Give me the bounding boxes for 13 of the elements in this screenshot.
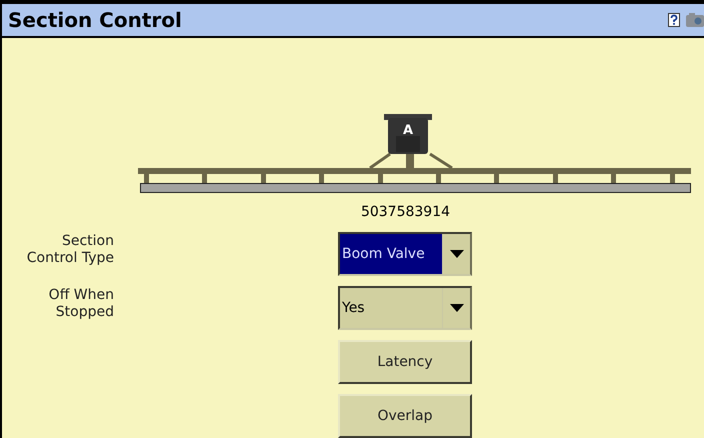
window-title: Section Control xyxy=(8,7,182,34)
caret-icon xyxy=(450,304,464,312)
setting-label: Section Control Type xyxy=(26,232,114,267)
setting-label: Off When Stopped xyxy=(48,286,114,321)
serial-number: 5037583914 xyxy=(360,204,450,220)
action-button[interactable]: Latency xyxy=(338,340,472,384)
sprayer-boom-drawing: A xyxy=(138,114,691,193)
action-button[interactable]: Overlap xyxy=(338,394,472,438)
camera-icon[interactable] xyxy=(686,13,704,27)
caret-icon xyxy=(450,250,464,258)
dropdown[interactable]: Yes xyxy=(338,286,472,330)
dropdown[interactable]: Boom Valve xyxy=(338,232,472,276)
help-icon[interactable] xyxy=(668,13,680,27)
